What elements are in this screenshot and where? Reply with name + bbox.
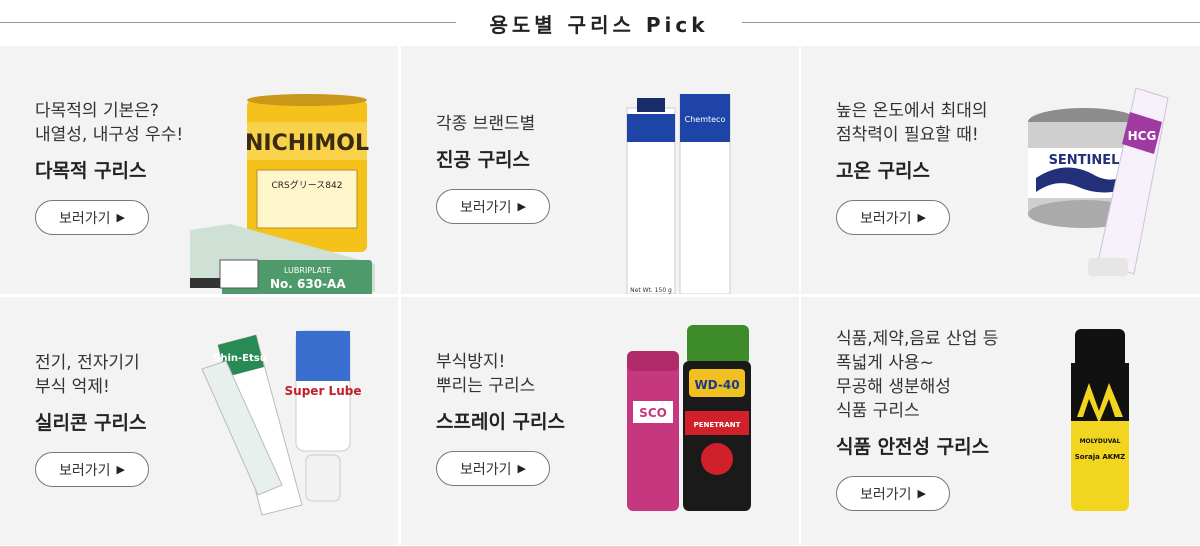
header-divider-left <box>0 22 456 23</box>
category-card-multipurpose[interactable]: 다목적의 기본은? 내열성, 내구성 우수! 다목적 구리스 보러가기 ▶ NIC… <box>0 46 398 294</box>
card-title: 식품 안전성 구리스 <box>836 436 990 458</box>
card-title: 진공 구리스 <box>436 149 531 171</box>
view-button-label: 보러가기 <box>59 210 111 227</box>
view-button[interactable]: 보러가기 ▶ <box>836 200 950 235</box>
food-grease-product-image: MOLYDUVAL Soraja AKMZ <box>1071 329 1129 511</box>
section-header: 용도별 구리스 Pick <box>0 0 1200 46</box>
category-card-high-temp[interactable]: 높은 온도에서 최대의 점착력이 필요할 때! 고온 구리스 보러가기 ▶ SEN… <box>801 46 1200 294</box>
view-button[interactable]: 보러가기 ▶ <box>836 476 950 511</box>
can1-brand-text: SCO <box>639 406 667 420</box>
tube-weight-text: Net Wt. 150 g <box>630 287 672 294</box>
category-card-vacuum[interactable]: 각종 브랜드별 진공 구리스 보러가기 ▶ Chemteco Net Wt. 15… <box>401 46 799 294</box>
can-sub-text: CRSグリース842 <box>272 179 343 191</box>
product-grid: 다목적의 기본은? 내열성, 내구성 우수! 다목적 구리스 보러가기 ▶ NIC… <box>0 46 1200 546</box>
card-text: 식품,제약,음료 산업 등 폭넓게 사용~ 무공해 생분해성 식품 구리스 식품… <box>836 327 1056 511</box>
tin-brand-text: SENTINEL <box>1049 153 1120 168</box>
view-button[interactable]: 보러가기 ▶ <box>436 451 550 486</box>
card-description: 부식방지! 뿌리는 구리스 <box>436 352 536 396</box>
can2-brand-text: WD-40 <box>694 378 739 392</box>
card-text: 각종 브랜드별 진공 구리스 보러가기 ▶ <box>436 112 636 224</box>
card-description: 식품,제약,음료 산업 등 폭넓게 사용~ 무공해 생분해성 식품 구리스 <box>836 329 999 421</box>
tube-brand-text: Super Lube <box>285 384 362 398</box>
view-button[interactable]: 보러가기 ▶ <box>35 452 149 487</box>
category-card-spray[interactable]: 부식방지! 뿌리는 구리스 스프레이 구리스 보러가기 ▶ SCO WD-40 P… <box>401 297 799 545</box>
view-button-label: 보러가기 <box>860 210 912 227</box>
view-button[interactable]: 보러가기 ▶ <box>436 189 550 224</box>
play-arrow-icon: ▶ <box>116 463 125 476</box>
view-button-label: 보러가기 <box>460 461 512 478</box>
view-button-label: 보러가기 <box>59 462 111 479</box>
multipurpose-grease-product-image: NICHIMOL CRSグリース842 LUBRIPLATE No. 630-A… <box>190 94 375 294</box>
silicone-grease-product-image: Shin-Etsu Super Lube <box>201 330 362 516</box>
card-title: 고온 구리스 <box>836 160 931 182</box>
tube-brand-text: LUBRIPLATE <box>284 266 332 275</box>
can-product-text: Soraja AKMZ <box>1075 453 1125 461</box>
play-arrow-icon: ▶ <box>917 487 926 500</box>
card-description: 각종 브랜드별 <box>436 114 536 134</box>
can2-desc-text: PENETRANT <box>694 421 741 429</box>
play-arrow-icon: ▶ <box>517 462 526 475</box>
vacuum-grease-product-image: Chemteco Net Wt. 150 g <box>626 94 731 294</box>
can-brand-text: MOLYDUVAL <box>1080 438 1121 445</box>
card-text: 높은 온도에서 최대의 점착력이 필요할 때! 고온 구리스 보러가기 ▶ <box>836 99 1036 235</box>
card-text: 부식방지! 뿌리는 구리스 스프레이 구리스 보러가기 ▶ <box>436 350 636 486</box>
tube-brand-text: HCG <box>1128 129 1157 143</box>
play-arrow-icon: ▶ <box>517 200 526 213</box>
category-card-food-safe[interactable]: 식품,제약,음료 산업 등 폭넓게 사용~ 무공해 생분해성 식품 구리스 식품… <box>801 297 1200 545</box>
tube-model-text: No. 630-AA <box>270 277 346 291</box>
card-description: 높은 온도에서 최대의 점착력이 필요할 때! <box>836 101 988 145</box>
box-brand-text: Chemteco <box>685 115 726 124</box>
header-divider-right <box>742 22 1200 23</box>
category-card-silicone[interactable]: 전기, 전자기기 부식 억제! 실리콘 구리스 보러가기 ▶ Shin-Etsu … <box>0 297 398 545</box>
section-title: 용도별 구리스 Pick <box>489 13 709 37</box>
view-button[interactable]: 보러가기 ▶ <box>35 200 149 235</box>
view-button-label: 보러가기 <box>460 199 512 216</box>
card-title: 스프레이 구리스 <box>436 411 565 433</box>
play-arrow-icon: ▶ <box>917 211 926 224</box>
play-arrow-icon: ▶ <box>116 211 125 224</box>
high-temp-grease-product-image: SENTINEL HCG <box>1028 88 1169 276</box>
spray-grease-product-image: SCO WD-40 PENETRANT <box>627 325 751 511</box>
view-button-label: 보러가기 <box>860 486 912 503</box>
can-brand-text: NICHIMOL <box>245 131 369 156</box>
